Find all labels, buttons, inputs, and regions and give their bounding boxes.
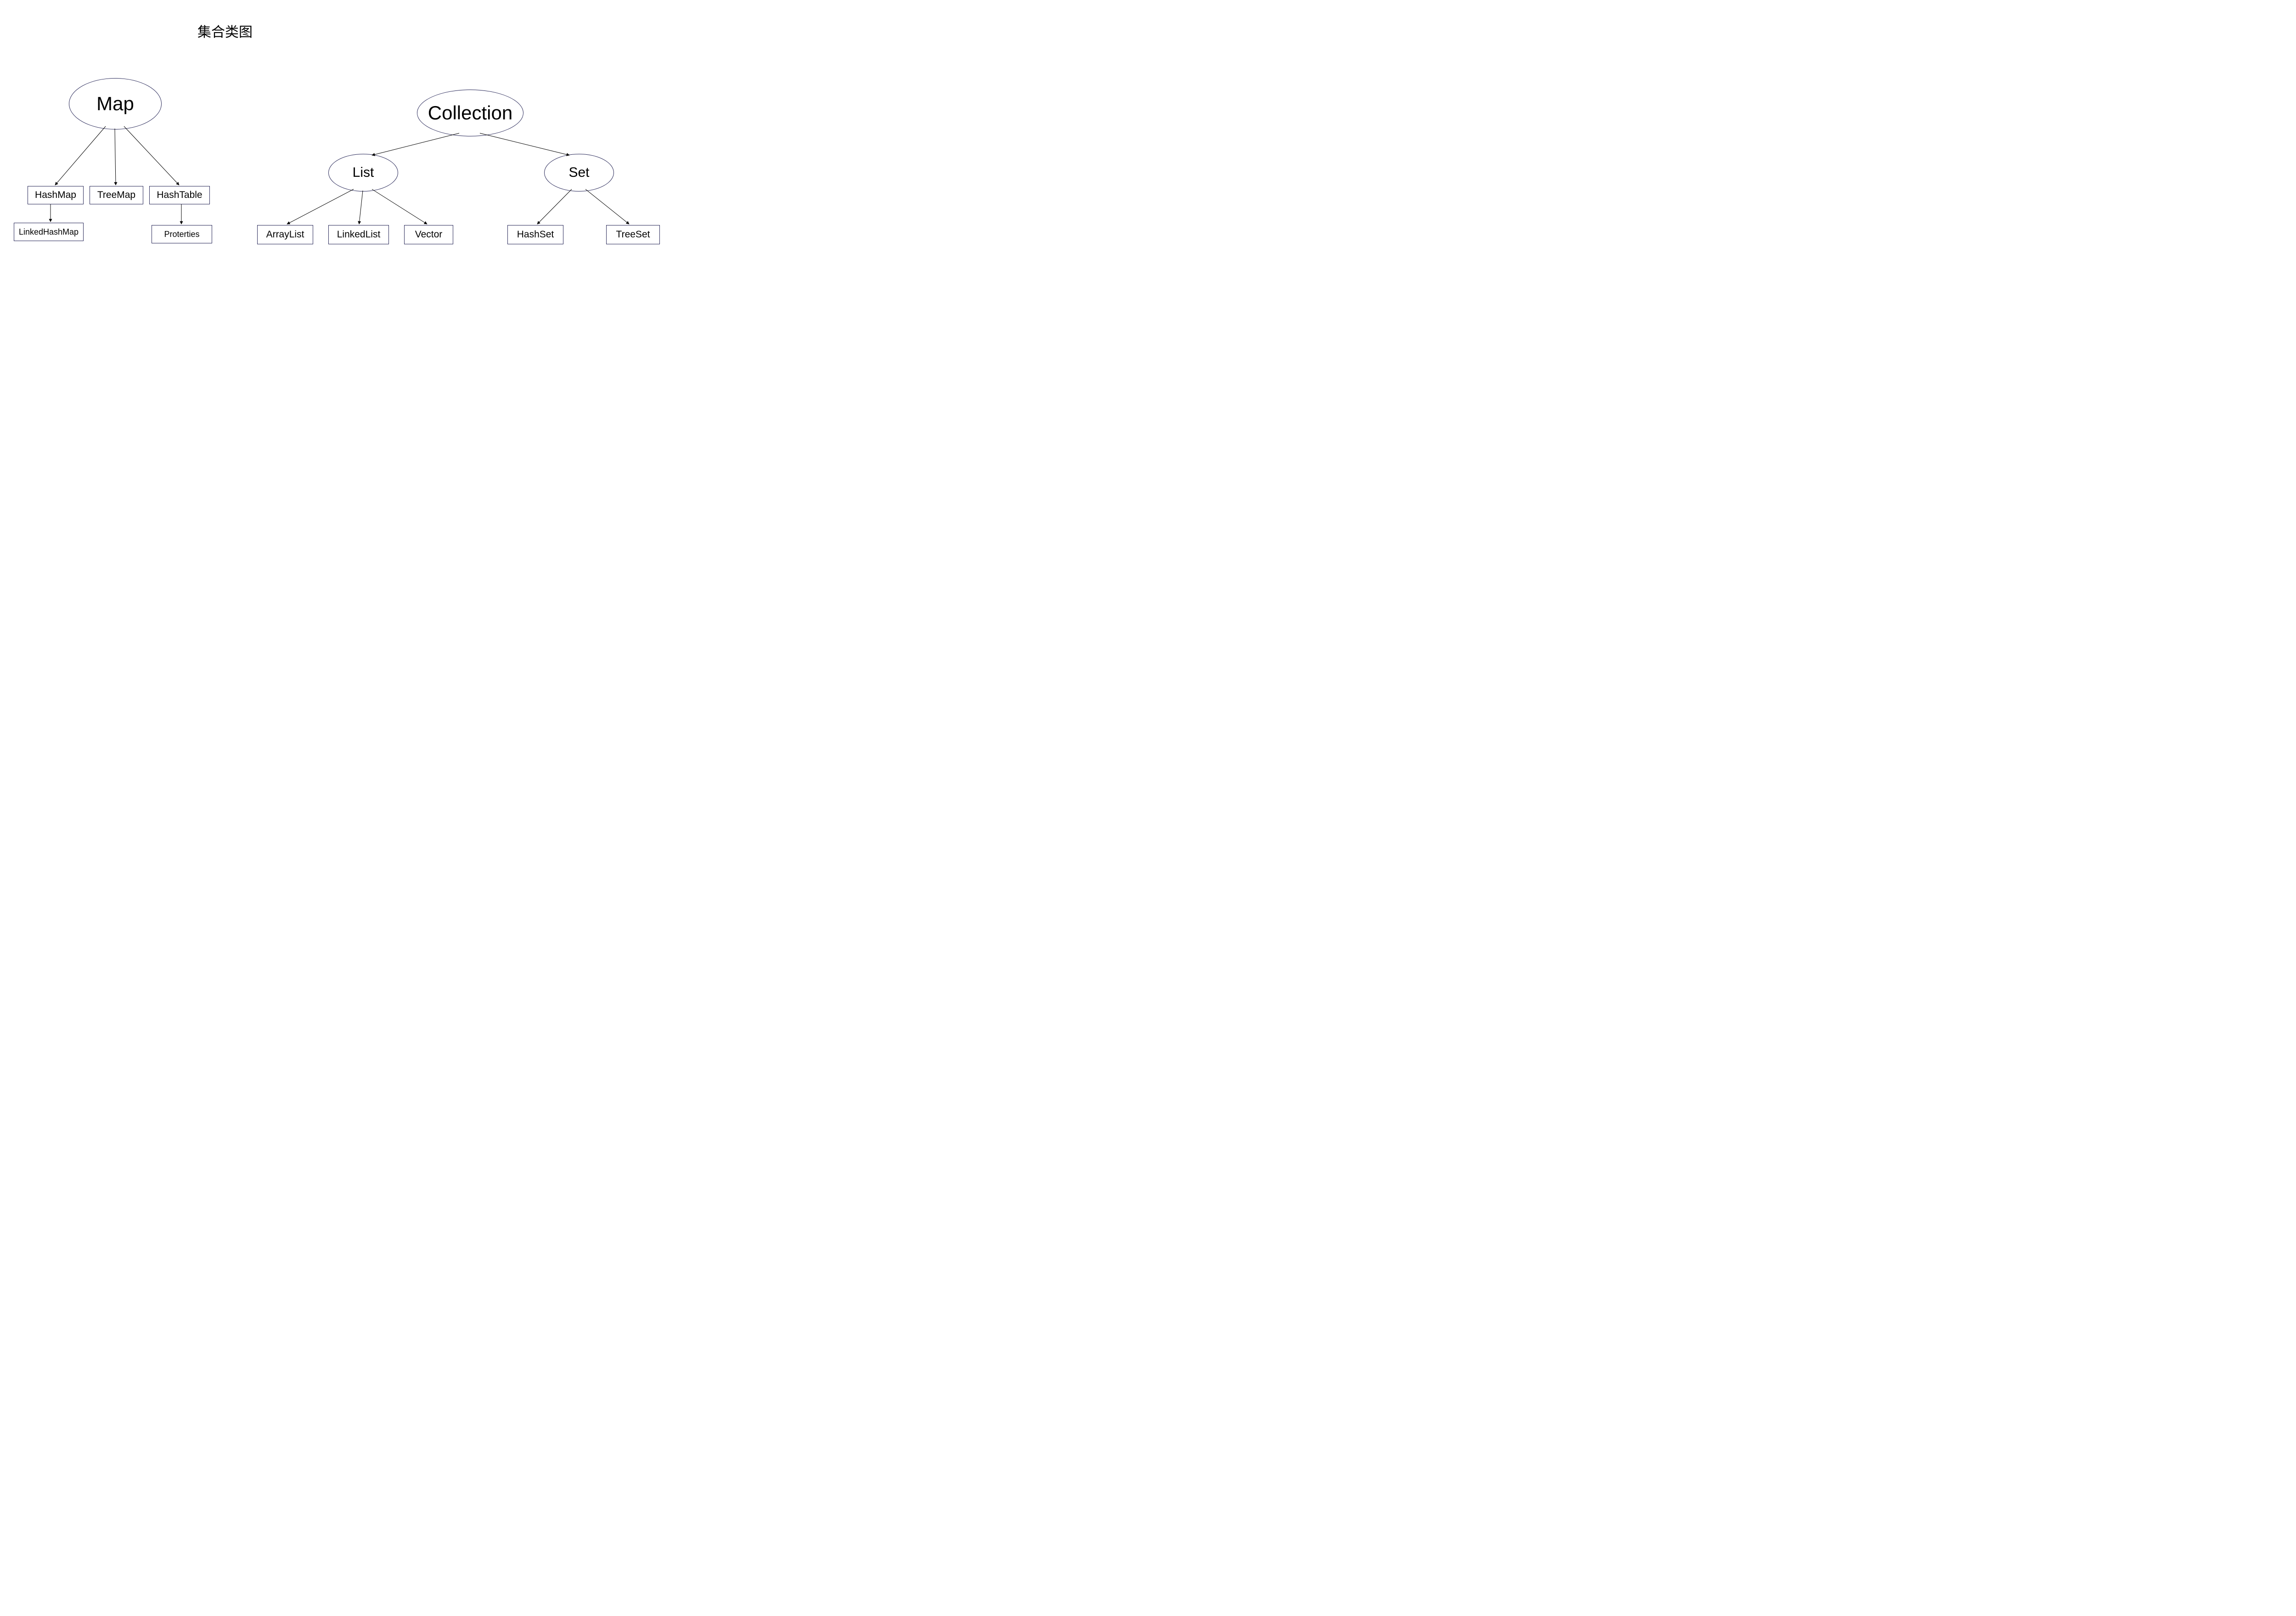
node-list-label: List [353,165,374,180]
node-list: List [328,154,398,191]
node-hashtable-label: HashTable [157,190,202,201]
node-map: Map [69,78,162,130]
node-arraylist-label: ArrayList [266,229,304,240]
diagram-canvas: 集合类图 Map Collection List Set HashMap Tre… [0,0,703,312]
node-treemap: TreeMap [90,186,143,204]
node-vector: Vector [404,225,453,244]
node-arraylist: ArrayList [257,225,313,244]
node-linkedhashmap-label: LinkedHashMap [19,227,79,237]
node-linkedhashmap: LinkedHashMap [14,223,84,241]
node-hashset: HashSet [507,225,563,244]
node-vector-label: Vector [415,229,443,240]
node-properties-label: Proterties [164,230,199,239]
node-collection-label: Collection [428,102,512,124]
node-set: Set [544,154,614,191]
node-hashset-label: HashSet [517,229,554,240]
node-collection: Collection [417,90,523,136]
node-hashmap: HashMap [28,186,84,204]
node-properties: Proterties [152,225,212,243]
node-treeset: TreeSet [606,225,660,244]
diagram-title: 集合类图 [197,21,253,41]
node-map-label: Map [96,93,134,115]
node-linkedlist: LinkedList [328,225,389,244]
node-treemap-label: TreeMap [97,190,135,201]
node-linkedlist-label: LinkedList [337,229,381,240]
node-hashmap-label: HashMap [35,190,76,201]
node-set-label: Set [568,165,589,180]
node-treeset-label: TreeSet [616,229,650,240]
node-hashtable: HashTable [149,186,210,204]
